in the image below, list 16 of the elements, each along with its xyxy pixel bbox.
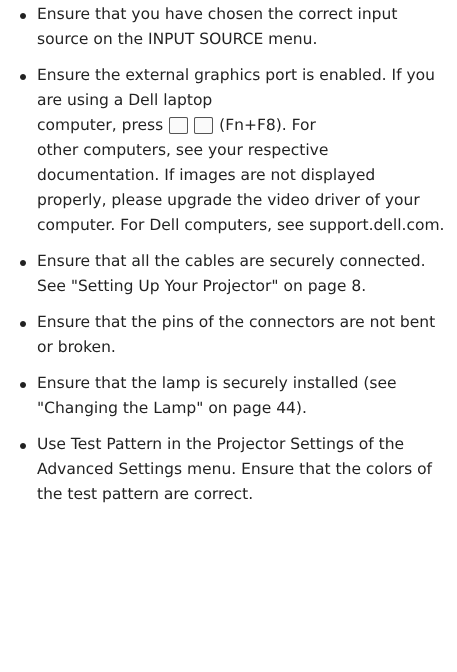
bullet-icon bbox=[20, 443, 26, 449]
bullet-text: Ensure that the lamp is securely installed (see "Changing the Lamp" on page 44). bbox=[37, 373, 398, 419]
bullet-icon bbox=[20, 321, 26, 327]
bullet-text: other computers, see your respective documentation. If images are not displayed properly, please upgrade the video driver of your computer. For Dell computers, see support.dell.com. bbox=[37, 140, 446, 236]
bullet-text: Ensure that you have chosen the correct input source on the INPUT SOURCE menu. bbox=[37, 4, 398, 50]
bullet-icon bbox=[20, 382, 26, 388]
bullet-text: Use Test Pattern in the Projector Settings of the Advanced Settings menu. Ensure that the colors of the test pattern are correct. bbox=[37, 434, 434, 505]
bullet-icon bbox=[20, 13, 26, 19]
bullet-icon bbox=[20, 74, 26, 80]
bullet-text: computer, press bbox=[37, 115, 164, 136]
bullet-text: Ensure that the pins of the connectors are not bent or broken. bbox=[37, 312, 436, 358]
bullet-text: Ensure that all the cables are securely connected. See "Setting Up Your Projector" on page 8. bbox=[37, 251, 427, 297]
keyboard-key-icon bbox=[169, 117, 188, 134]
bullet-text: (Fn+F8). For bbox=[219, 115, 316, 136]
keyboard-key-icon bbox=[194, 117, 214, 134]
bullet-icon bbox=[20, 260, 26, 266]
